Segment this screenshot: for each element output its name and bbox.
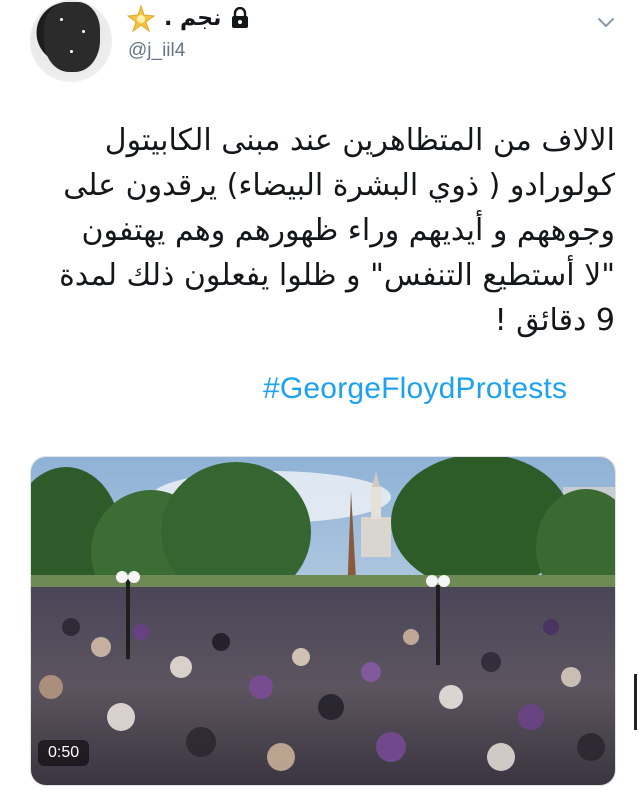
avatar-sparkle [70, 50, 73, 53]
avatar-sparkle [82, 30, 85, 33]
scrollbar-indicator [634, 674, 637, 730]
user-handle[interactable]: @j_iil4 [128, 40, 185, 62]
tweet-text: الالاف من المتظاهرين عند مبنى الكابيتول … [30, 118, 615, 343]
hashtag-link[interactable]: #GeorgeFloydProtests [263, 372, 567, 406]
protest-scene-image [31, 457, 615, 785]
tweet-text-line: "لا أستطيع التنفس" و ظلوا يفعلون ذلك لمد… [59, 258, 615, 293]
chevron-down-icon[interactable] [594, 10, 618, 34]
tweet-text-line: وجوههم و أيديهم وراء ظهورهم وهم يهتفون [81, 213, 615, 248]
avatar-sparkle [60, 18, 63, 21]
avatar-silhouette [44, 2, 100, 72]
tweet-text-line: الالاف من المتظاهرين عند مبنى الكابيتول [104, 123, 615, 158]
tweet-text-line: 9 دقائق ! [494, 303, 615, 338]
sparkle-star-icon [126, 4, 156, 32]
video-thumbnail[interactable] [30, 456, 616, 786]
author-row: نجم . [126, 4, 251, 32]
display-name[interactable]: نجم . [164, 6, 221, 31]
avatar[interactable] [30, 0, 112, 82]
video-duration: 0:50 [38, 740, 90, 766]
tweet-text-line: كولورادو ( ذوي البشرة البيضاء) يرقدون عل… [63, 168, 615, 203]
lock-icon [232, 7, 249, 28]
